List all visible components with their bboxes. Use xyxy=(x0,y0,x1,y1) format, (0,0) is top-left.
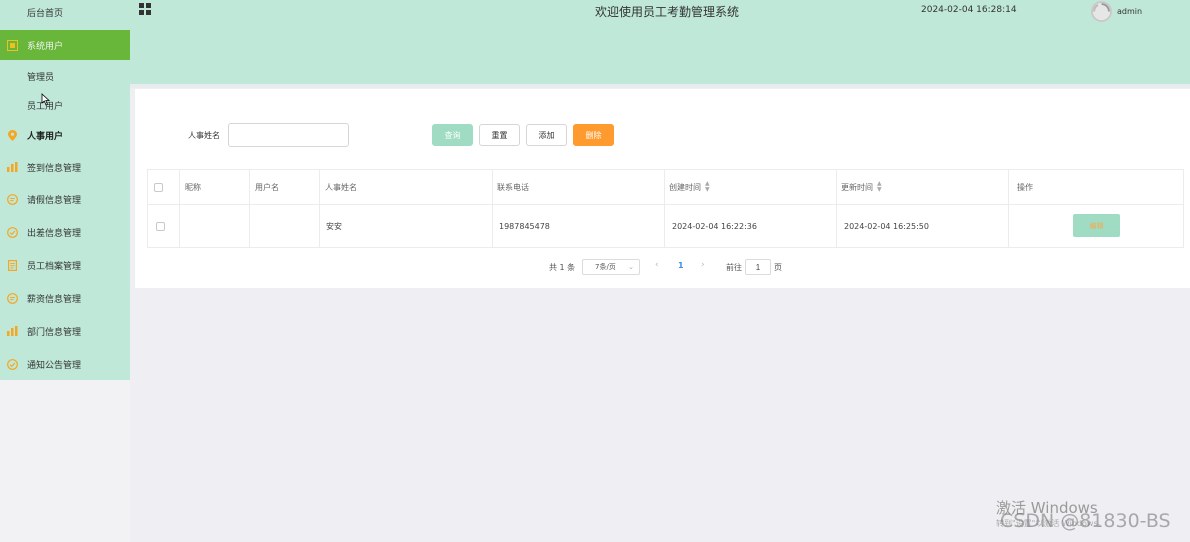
csdn-watermark: CSDN @81830-BS xyxy=(1000,510,1171,532)
sidebar-item-label: 部门信息管理 xyxy=(27,327,82,338)
sidebar-item-label: 人事用户 xyxy=(27,131,64,142)
select-all-checkbox[interactable] xyxy=(154,182,163,192)
column-divider xyxy=(249,170,250,247)
add-button[interactable]: 添加 xyxy=(526,124,567,146)
chevron-down-icon: ⌄ xyxy=(628,263,634,271)
user-avatar[interactable] xyxy=(1091,1,1112,22)
next-page-icon[interactable]: › xyxy=(701,260,705,270)
column-divider xyxy=(492,170,493,247)
column-divider xyxy=(1008,170,1009,247)
sidebar-item-label: 系统用户 xyxy=(27,41,64,52)
cell-updated: 2024-02-04 16:25:50 xyxy=(844,222,929,231)
row-select-cell xyxy=(156,205,165,248)
sort-icon[interactable]: ▲ ▼ xyxy=(705,181,710,193)
cell-created: 2024-02-04 16:22:36 xyxy=(672,222,757,231)
column-header-username: 用户名 xyxy=(255,182,279,192)
sidebar-item-label: 请假信息管理 xyxy=(27,195,82,206)
grid-icon xyxy=(7,39,18,51)
sort-icon[interactable]: ▲ ▼ xyxy=(877,181,882,193)
cell-name: 安安 xyxy=(326,222,342,231)
column-header-phone: 联系电话 xyxy=(497,182,529,192)
check-circle-icon xyxy=(7,358,18,370)
sidebar-item-home[interactable]: 后台首页 xyxy=(0,0,130,27)
sidebar-item-checkin[interactable]: 签到信息管理 xyxy=(0,152,130,182)
data-table: 昵称 用户名 人事姓名 联系电话 创建时间 ▲ ▼ 更新时间 ▲ ▼ 操作 安安 1… xyxy=(147,169,1184,248)
header-row-divider xyxy=(148,204,1183,205)
search-input[interactable] xyxy=(228,123,349,147)
current-datetime: 2024-02-04 16:28:14 xyxy=(921,5,1017,15)
sidebar-item-label: 出差信息管理 xyxy=(27,228,82,239)
page-number-current[interactable]: 1 xyxy=(678,261,684,270)
page-suffix-label: 页 xyxy=(774,263,782,272)
mouse-cursor-icon xyxy=(41,93,51,109)
sidebar-item-label: 管理员 xyxy=(27,72,55,83)
page-size-select[interactable]: 7条/页 ⌄ xyxy=(582,259,640,275)
reset-button[interactable]: 重置 xyxy=(479,124,520,146)
search-label: 人事姓名 xyxy=(188,131,220,140)
edit-button[interactable]: 编辑 xyxy=(1073,214,1120,237)
bar-chart-icon xyxy=(7,326,18,337)
document-icon xyxy=(7,259,18,271)
cell-phone: 1987845478 xyxy=(499,222,550,231)
sidebar-item-label: 员工档案管理 xyxy=(27,261,82,272)
sidebar-empty-area xyxy=(0,380,130,542)
goto-label: 前往 xyxy=(726,263,742,272)
column-header-updated[interactable]: 更新时间 ▲ ▼ xyxy=(841,170,882,204)
app-title: 欢迎使用员工考勤管理系统 xyxy=(595,5,740,19)
page-size-value: 7条/页 xyxy=(595,263,616,271)
sidebar-item-department[interactable]: 部门信息管理 xyxy=(0,316,130,346)
column-divider xyxy=(179,170,180,247)
select-all-cell xyxy=(154,170,163,204)
column-header-name: 人事姓名 xyxy=(325,182,357,192)
sidebar-item-leave[interactable]: 请假信息管理 xyxy=(0,184,130,214)
column-divider xyxy=(836,170,837,247)
menu-toggle-grid-icon[interactable] xyxy=(139,3,151,15)
sidebar-item-system-users[interactable]: 系统用户 xyxy=(0,30,130,60)
header-divider xyxy=(130,84,1190,88)
location-pin-icon xyxy=(7,129,18,141)
username-label[interactable]: admin xyxy=(1117,7,1142,16)
pagination-total: 共 1 条 xyxy=(549,263,576,272)
query-button[interactable]: 查询 xyxy=(432,124,473,146)
sidebar-item-hr-users[interactable]: 人事用户 xyxy=(0,120,130,150)
delete-button[interactable]: 删除 xyxy=(573,124,614,146)
column-header-created[interactable]: 创建时间 ▲ ▼ xyxy=(669,170,710,204)
chat-bubble-icon xyxy=(7,292,18,304)
sidebar-item-label: 后台首页 xyxy=(27,8,64,19)
sidebar-item-business-trip[interactable]: 出差信息管理 xyxy=(0,217,130,247)
sidebar-item-salary[interactable]: 薪资信息管理 xyxy=(0,283,130,313)
goto-page-input[interactable] xyxy=(745,259,771,275)
column-divider xyxy=(664,170,665,247)
column-header-nickname: 昵称 xyxy=(185,182,201,192)
column-divider xyxy=(319,170,320,247)
column-header-updated-label: 更新时间 xyxy=(841,182,873,192)
bar-chart-icon xyxy=(7,162,18,173)
column-header-action: 操作 xyxy=(1017,182,1033,192)
sidebar-item-label: 签到信息管理 xyxy=(27,163,82,174)
chat-bubble-icon xyxy=(7,193,18,205)
check-circle-icon xyxy=(7,226,18,238)
prev-page-icon[interactable]: ‹ xyxy=(655,260,659,270)
column-header-created-label: 创建时间 xyxy=(669,182,701,192)
sidebar: 后台首页 系统用户 管理员 员工用户 人事用户 签到信息管理 请假信息管理 出差… xyxy=(0,0,130,380)
sidebar-item-label: 薪资信息管理 xyxy=(27,294,82,305)
row-checkbox[interactable] xyxy=(156,222,165,231)
sidebar-item-label: 通知公告管理 xyxy=(27,360,82,371)
sidebar-item-employee-users[interactable]: 员工用户 xyxy=(0,90,130,120)
sidebar-item-notices[interactable]: 通知公告管理 xyxy=(0,349,130,379)
sidebar-item-employee-files[interactable]: 员工档案管理 xyxy=(0,250,130,280)
sidebar-item-admins[interactable]: 管理员 xyxy=(0,61,130,91)
